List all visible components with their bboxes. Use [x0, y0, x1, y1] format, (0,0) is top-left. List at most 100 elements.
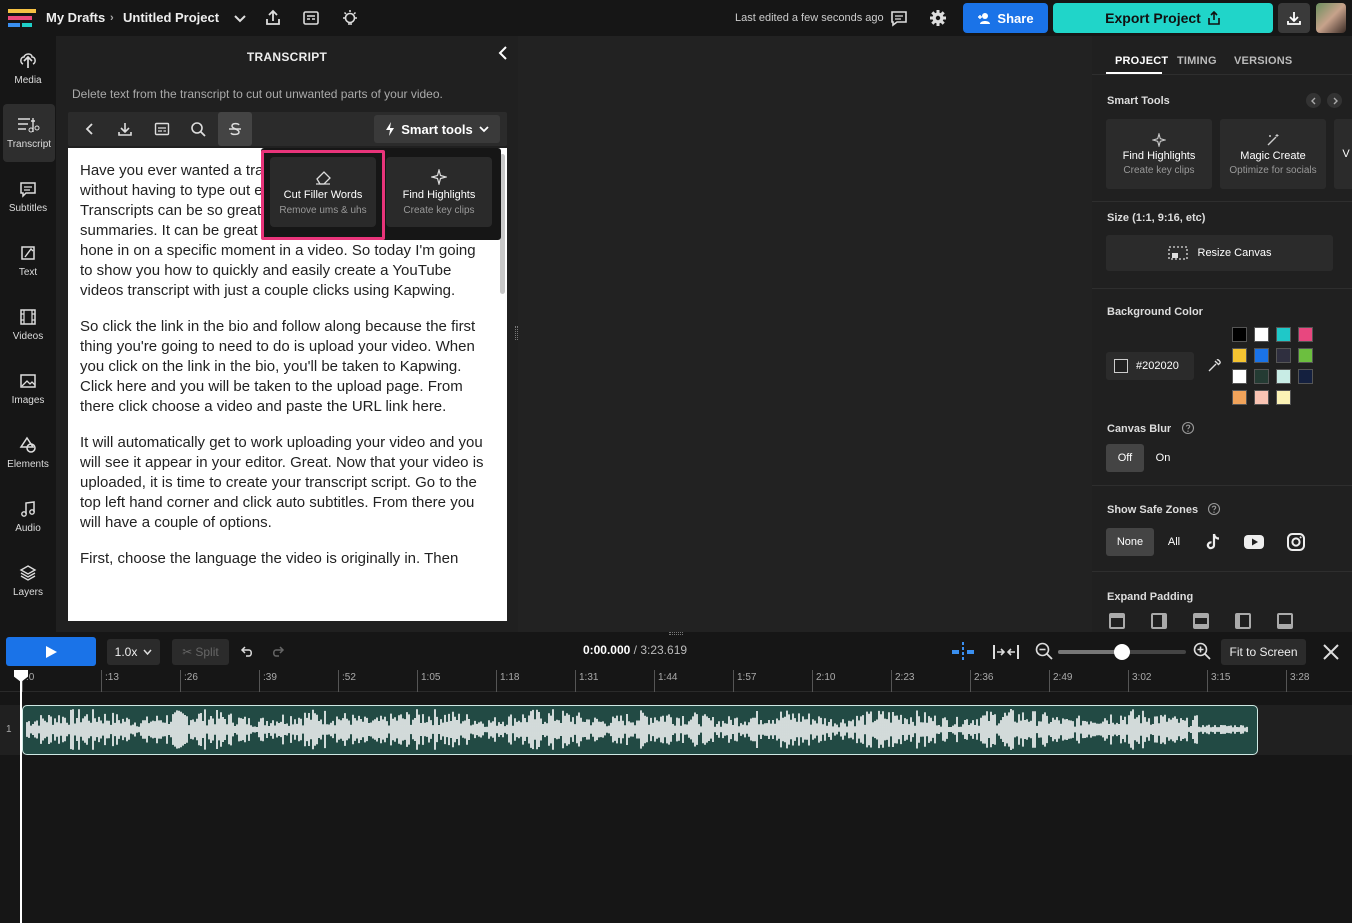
captions-toggle-icon[interactable] — [145, 112, 179, 146]
rail-item-videos[interactable]: Videos — [0, 296, 56, 354]
video-canvas[interactable] — [518, 36, 1092, 632]
color-swatch[interactable] — [1276, 348, 1291, 363]
tab-divider — [1092, 74, 1352, 75]
transcript-paragraph[interactable]: So click the link in the bio and follow … — [80, 317, 485, 417]
color-swatch[interactable] — [1298, 348, 1313, 363]
rail-item-elements[interactable]: Elements — [0, 424, 56, 482]
zoom-slider[interactable] — [1058, 644, 1186, 660]
color-swatch[interactable] — [1232, 327, 1247, 342]
captions-icon[interactable] — [301, 8, 321, 28]
time-ruler[interactable]: :0:13:26:39:52 1:05 1:18 1:31 1:44 1:57 2:10 2:… — [0, 670, 1352, 692]
tab-timing[interactable]: TIMING — [1177, 55, 1217, 67]
snap-icon[interactable] — [950, 641, 976, 663]
color-swatch[interactable] — [1298, 369, 1313, 384]
fit-width-icon[interactable] — [992, 641, 1020, 663]
padding-sides-icon[interactable] — [1151, 613, 1167, 629]
color-swatch[interactable] — [1276, 369, 1291, 384]
rail-item-layers[interactable]: Layers — [0, 552, 56, 610]
playback-speed-select[interactable]: 1.0x — [107, 639, 160, 665]
close-timeline-icon[interactable] — [1321, 642, 1341, 662]
project-name[interactable]: Untitled Project — [123, 0, 219, 36]
magic-create-card[interactable]: Magic Create Optimize for socials — [1220, 119, 1326, 189]
collapse-panel-icon[interactable] — [496, 45, 512, 61]
settings-gear-icon[interactable] — [928, 8, 948, 28]
undo-icon[interactable] — [239, 644, 255, 660]
export-project-button[interactable]: Export Project — [1053, 3, 1273, 33]
background-color-input[interactable]: #202020 — [1106, 352, 1194, 380]
canvas-blur-heading: Canvas Blur — [1107, 423, 1172, 435]
help-icon[interactable] — [1181, 421, 1195, 435]
rail-item-subtitles[interactable]: Subtitles — [0, 168, 56, 226]
lightbulb-icon[interactable] — [340, 8, 360, 28]
split-button[interactable]: ✂ Split — [172, 639, 229, 665]
youtube-icon[interactable] — [1243, 533, 1265, 551]
resize-canvas-button[interactable]: Resize Canvas — [1106, 235, 1333, 271]
rail-item-transcript[interactable]: Transcript — [3, 104, 55, 162]
back-icon[interactable] — [73, 112, 107, 146]
strikethrough-icon[interactable] — [218, 112, 252, 146]
color-swatch[interactable] — [1254, 369, 1269, 384]
color-swatch[interactable] — [1298, 327, 1313, 342]
tab-versions[interactable]: VERSIONS — [1234, 55, 1292, 67]
timeline-resize-handle[interactable] — [669, 632, 683, 635]
user-avatar[interactable] — [1316, 3, 1346, 33]
color-swatch[interactable] — [1276, 390, 1291, 405]
tiktok-icon[interactable] — [1203, 532, 1223, 552]
color-swatch[interactable] — [1254, 390, 1269, 405]
rail-item-media[interactable]: Media — [0, 40, 56, 98]
smart-tool-card-partial[interactable]: V — [1334, 119, 1352, 189]
zoom-out-icon[interactable] — [1035, 642, 1053, 660]
breadcrumb-separator-icon: › — [110, 12, 114, 24]
transcript-paragraph[interactable]: First, choose the language the video is … — [80, 549, 485, 569]
split-label: Split — [195, 645, 219, 659]
eyedropper-icon[interactable] — [1206, 358, 1222, 374]
tab-project[interactable]: PROJECT — [1115, 55, 1168, 67]
find-highlights-card[interactable]: Find Highlights Create key clips — [1106, 119, 1212, 189]
padding-middle-icon[interactable] — [1193, 613, 1209, 629]
fit-to-screen-button[interactable]: Fit to Screen — [1221, 639, 1306, 665]
padding-left-icon[interactable] — [1235, 613, 1251, 629]
rail-item-images[interactable]: Images — [0, 360, 56, 418]
download-transcript-icon[interactable] — [108, 112, 142, 146]
carousel-next-icon[interactable] — [1327, 93, 1342, 108]
color-swatch[interactable] — [1254, 327, 1269, 342]
audio-track-clip[interactable] — [22, 705, 1258, 755]
redo-icon[interactable] — [270, 644, 286, 660]
playhead[interactable] — [20, 672, 22, 923]
color-swatch[interactable] — [1254, 348, 1269, 363]
search-icon[interactable] — [181, 112, 215, 146]
section-divider — [1092, 485, 1352, 486]
play-button[interactable] — [6, 637, 96, 666]
chevron-down-icon[interactable] — [230, 8, 250, 28]
comments-icon[interactable] — [889, 8, 909, 28]
safe-zone-all-option[interactable]: All — [1156, 528, 1192, 556]
lightning-icon — [386, 122, 395, 136]
padding-bottom-icon[interactable] — [1277, 613, 1293, 629]
blur-on-option[interactable]: On — [1145, 444, 1181, 472]
magic-wand-icon — [1267, 133, 1279, 145]
safe-zone-none-option[interactable]: None — [1106, 528, 1154, 556]
rail-item-text[interactable]: Text — [0, 232, 56, 290]
ruler-tick: 1:31 — [575, 670, 598, 692]
color-swatch[interactable] — [1232, 390, 1247, 405]
smart-tools-button[interactable]: Smart tools — [374, 115, 500, 143]
carousel-prev-icon[interactable] — [1306, 93, 1321, 108]
color-swatch[interactable] — [1232, 369, 1247, 384]
help-icon[interactable] — [1207, 502, 1221, 516]
color-swatch[interactable] — [1232, 348, 1247, 363]
rail-item-audio[interactable]: Audio — [0, 488, 56, 546]
padding-top-icon[interactable] — [1109, 613, 1125, 629]
zoom-in-icon[interactable] — [1193, 642, 1211, 660]
kapwing-logo[interactable] — [8, 8, 36, 28]
track-number: 1 — [6, 724, 12, 735]
share-button[interactable]: Share — [963, 3, 1048, 33]
find-highlights-option[interactable]: Find Highlights Create key clips — [386, 157, 492, 227]
color-swatch[interactable] — [1276, 327, 1291, 342]
download-button[interactable] — [1278, 3, 1310, 33]
zoom-slider-thumb[interactable] — [1114, 644, 1130, 660]
share-upload-icon[interactable] — [263, 8, 283, 28]
instagram-icon[interactable] — [1286, 532, 1306, 552]
transcript-paragraph[interactable]: It will automatically get to work upload… — [80, 433, 485, 533]
breadcrumb-drafts[interactable]: My Drafts — [46, 0, 105, 36]
blur-off-option[interactable]: Off — [1106, 444, 1144, 472]
